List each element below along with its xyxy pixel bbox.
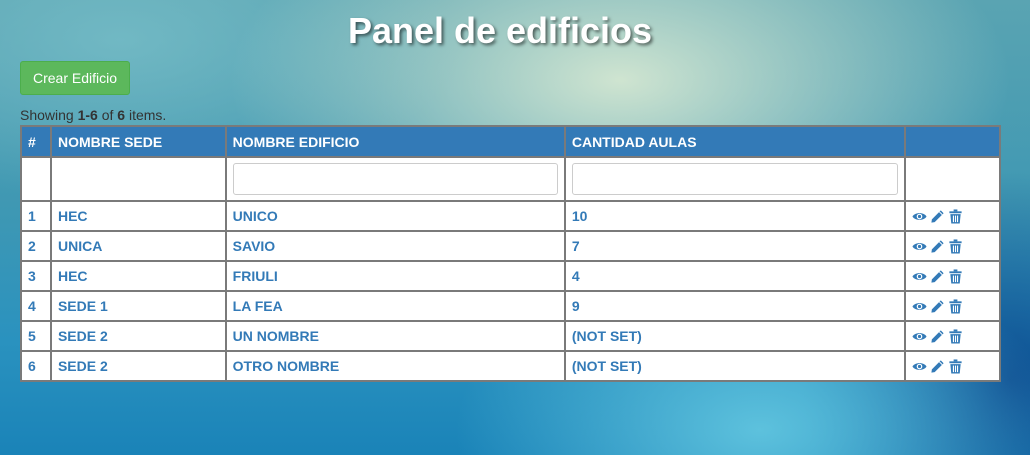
table-row: 4 SEDE 1 LA FEA 9 [20,290,1001,322]
cell-aulas: 4 [563,260,907,292]
trash-icon[interactable] [948,298,963,314]
summary-range: 1-6 [77,107,98,123]
eye-icon[interactable] [912,209,927,224]
column-header-number: # [20,125,52,158]
trash-icon[interactable] [948,358,963,374]
column-header-actions [904,125,1001,158]
header-row: # NOMBRE SEDE NOMBRE EDIFICIO CANTIDAD A… [20,125,1001,158]
cell-number: 1 [20,200,52,232]
trash-icon[interactable] [948,208,963,224]
cell-aulas: 9 [563,290,907,322]
row-actions [912,238,993,254]
pencil-icon[interactable] [930,329,945,344]
table-row: 3 HEC FRIULI 4 [20,260,1001,292]
column-header-edificio[interactable]: NOMBRE EDIFICIO [224,125,566,158]
summary-total: 6 [117,107,126,123]
pencil-icon[interactable] [930,359,945,374]
create-building-button[interactable]: Crear Edificio [20,61,130,95]
filter-aulas-input[interactable] [571,163,899,195]
table-row: 6 SEDE 2 OTRO NOMBRE (NOT SET) [20,350,1001,382]
cell-actions [904,260,1001,292]
row-actions [912,358,993,374]
eye-icon[interactable] [912,299,927,314]
cell-sede: SEDE 2 [49,350,227,382]
cell-aulas: 10 [563,200,907,232]
pencil-icon[interactable] [930,209,945,224]
row-actions [912,208,993,224]
table-row: 2 UNICA SAVIO 7 [20,230,1001,262]
table-row: 5 SEDE 2 UN NOMBRE (NOT SET) [20,320,1001,352]
eye-icon[interactable] [912,269,927,284]
cell-edificio: UNICO [224,200,566,232]
column-header-sede[interactable]: NOMBRE SEDE [49,125,227,158]
cell-actions [904,320,1001,352]
cell-number: 4 [20,290,52,322]
page-title: Panel de edificios [347,10,653,51]
row-actions [912,328,993,344]
buildings-table: # NOMBRE SEDE NOMBRE EDIFICIO CANTIDAD A… [20,125,1001,382]
cell-number: 5 [20,320,52,352]
pencil-icon[interactable] [930,299,945,314]
row-actions [912,268,993,284]
trash-icon[interactable] [948,328,963,344]
trash-icon[interactable] [948,238,963,254]
column-header-aulas[interactable]: CANTIDAD AULAS [563,125,907,158]
cell-sede: UNICA [49,230,227,262]
cell-aulas: (NOT SET) [563,350,907,382]
cell-sede: SEDE 1 [49,290,227,322]
cell-actions [904,290,1001,322]
cell-actions [904,230,1001,262]
cell-edificio: FRIULI [224,260,566,292]
cell-aulas: (NOT SET) [563,320,907,352]
cell-sede: HEC [49,260,227,292]
cell-edificio: UN NOMBRE [224,320,566,352]
filter-edificio-input[interactable] [232,163,558,195]
cell-sede: SEDE 2 [49,320,227,352]
cell-sede: HEC [49,200,227,232]
table-row: 1 HEC UNICO 10 [20,200,1001,232]
cell-number: 2 [20,230,52,262]
row-actions [912,298,993,314]
cell-aulas: 7 [563,230,907,262]
cell-edificio: SAVIO [224,230,566,262]
cell-edificio: LA FEA [224,290,566,322]
cell-number: 3 [20,260,52,292]
eye-icon[interactable] [912,329,927,344]
pencil-icon[interactable] [930,269,945,284]
cell-actions [904,350,1001,382]
cell-actions [904,200,1001,232]
eye-icon[interactable] [912,239,927,254]
pencil-icon[interactable] [930,239,945,254]
summary-text: Showing 1-6 of 6 items. [20,107,167,123]
filter-row [20,156,1001,202]
cell-number: 6 [20,350,52,382]
cell-edificio: OTRO NOMBRE [224,350,566,382]
trash-icon[interactable] [948,268,963,284]
eye-icon[interactable] [912,359,927,374]
